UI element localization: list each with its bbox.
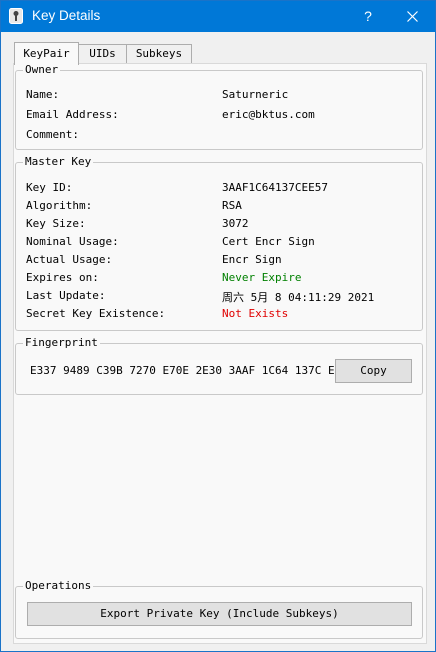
last-update-value: 周六 5月 8 04:11:29 2021 [222, 291, 375, 304]
nominal-usage-value: Cert Encr Sign [222, 235, 315, 248]
expires-on-value: Never Expire [222, 271, 302, 284]
export-private-key-button[interactable]: Export Private Key (Include Subkeys) [27, 602, 412, 626]
close-icon [407, 11, 418, 22]
algorithm-value: RSA [222, 199, 242, 212]
tab-subkeys[interactable]: Subkeys [126, 44, 192, 63]
tab-uids[interactable]: UIDs [78, 44, 127, 63]
help-button[interactable]: ? [346, 1, 390, 32]
copy-button[interactable]: Copy [335, 359, 412, 383]
key-size-label: Key Size: [26, 217, 86, 230]
master-key-group: Master Key Key ID: 3AAF1C64137CEE57 Algo… [15, 155, 423, 331]
operations-group-title: Operations [23, 579, 94, 592]
secret-key-existence-value: Not Exists [222, 307, 289, 320]
tab-keypair[interactable]: KeyPair [14, 42, 79, 65]
algorithm-label: Algorithm: [26, 199, 93, 212]
name-label: Name: [26, 88, 60, 101]
close-button[interactable] [391, 1, 435, 32]
nominal-usage-label: Nominal Usage: [26, 235, 119, 248]
secret-key-existence-label: Secret Key Existence: [26, 307, 166, 320]
last-update-label: Last Update: [26, 289, 106, 302]
keypair-tab-panel: Owner Name: Saturneric Email Address: er… [13, 63, 427, 644]
title-bar[interactable]: Key Details ? [1, 1, 435, 32]
app-key-icon [9, 8, 23, 24]
key-id-label: Key ID: [26, 181, 73, 194]
owner-group: Owner Name: Saturneric Email Address: er… [15, 63, 423, 150]
email-label: Email Address: [26, 108, 119, 121]
name-value: Saturneric [222, 88, 289, 101]
key-id-value: 3AAF1C64137CEE57 [222, 181, 328, 194]
email-value: eric@bktus.com [222, 108, 315, 121]
comment-label: Comment: [26, 128, 79, 141]
actual-usage-value: Encr Sign [222, 253, 282, 266]
master-key-group-title: Master Key [23, 155, 94, 168]
window-title: Key Details [32, 8, 101, 23]
key-size-value: 3072 [222, 217, 249, 230]
fingerprint-value: E337 9489 C39B 7270 E70E 2E30 3AAF 1C64 … [30, 364, 355, 377]
key-details-window: Key Details ? Owner Name: Saturneric Ema… [0, 0, 436, 652]
actual-usage-label: Actual Usage: [26, 253, 113, 266]
fingerprint-group-title: Fingerprint [23, 336, 100, 349]
fingerprint-group: Fingerprint E337 9489 C39B 7270 E70E 2E3… [15, 336, 423, 395]
expires-on-label: Expires on: [26, 271, 99, 284]
operations-group: Operations Export Private Key (Include S… [15, 579, 423, 639]
